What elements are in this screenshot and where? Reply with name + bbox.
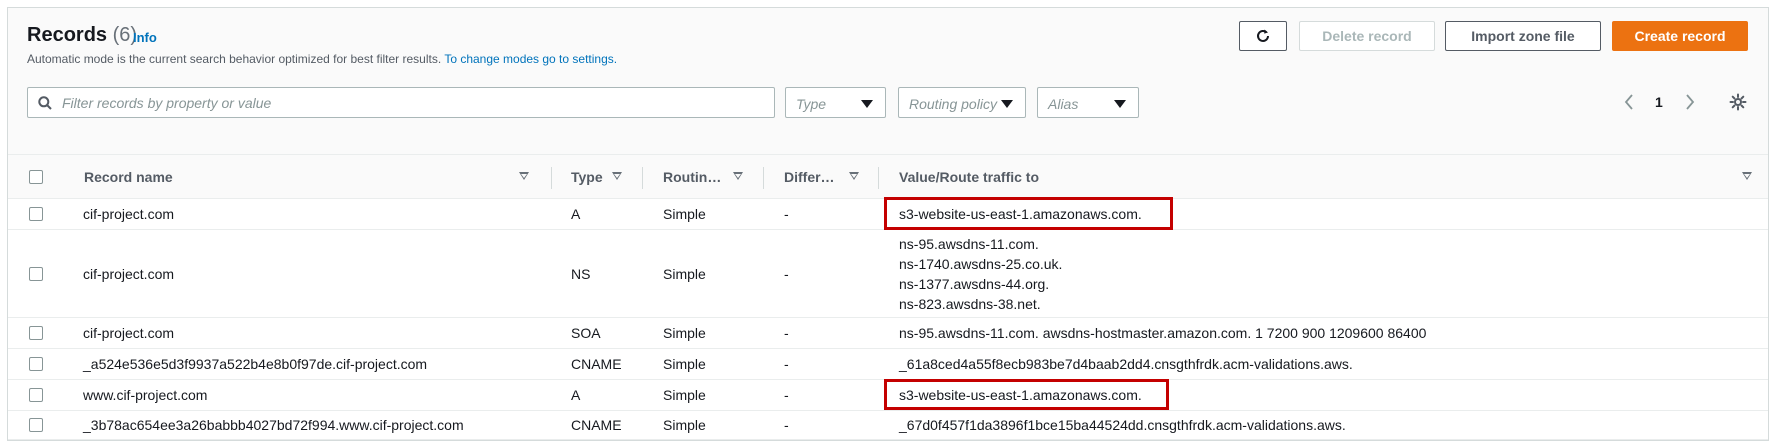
search-mode-description: Automatic mode is the current search beh… [27,52,618,66]
gear-icon[interactable] [1729,93,1747,111]
import-zone-file-button[interactable]: Import zone file [1445,21,1601,51]
select-all-checkbox[interactable] [29,170,43,184]
row-checkbox[interactable] [29,357,43,371]
highlight-box [884,197,1173,230]
differentiator: - [784,417,789,433]
row-checkbox[interactable] [29,267,43,281]
record-value: ns-95.awsdns-11.com. ns-1740.awsdns-25.c… [899,236,1063,312]
table-header: Record name Type Routin… Differ… Value/R… [8,154,1768,199]
routing-policy: Simple [663,356,706,372]
search-box [27,87,775,118]
column-header-value[interactable]: Value/Route traffic to [899,169,1039,185]
sort-icon[interactable] [849,172,859,180]
record-name: _3b78ac654ee3a26babbb4027bd72f994.www.ci… [83,417,464,433]
table-row[interactable]: cif-project.com NS Simple - ns-95.awsdns… [8,230,1768,318]
settings-link[interactable]: To change modes go to settings. [444,52,617,66]
highlight-box [884,379,1169,410]
record-name: _a524e536e5d3f9937a522b4e8b0f97de.cif-pr… [83,356,428,372]
column-header-differentiator[interactable]: Differ… [784,169,835,185]
sort-icon[interactable] [612,172,622,180]
caret-down-icon [1001,100,1013,108]
routing-policy: Simple [663,325,706,341]
page-title: Records (6) [27,24,138,46]
table-row[interactable]: cif-project.com SOA Simple - ns-95.awsdn… [8,318,1768,349]
refresh-icon [1257,29,1269,42]
row-checkbox[interactable] [29,388,43,402]
differentiator: - [784,325,789,341]
record-name: www.cif-project.com [83,387,208,403]
row-checkbox[interactable] [29,326,43,340]
sort-icon[interactable] [1742,172,1752,180]
sort-icon[interactable] [733,172,743,180]
type-select[interactable]: Type [785,87,886,118]
caret-down-icon [1114,100,1126,108]
create-record-button[interactable]: Create record [1612,21,1748,51]
record-type: CNAME [571,417,622,433]
record-value: _67d0f457f1da3896f1bce15ba44524dd.cnsgth… [899,417,1346,433]
search-input[interactable] [62,92,762,114]
routing-policy: Simple [663,417,706,433]
record-name: cif-project.com [83,325,175,341]
record-value: _61a8ced4a55f8ecb983be7d4baab2dd4.cnsgth… [899,356,1353,372]
delete-record-button[interactable]: Delete record [1299,21,1435,51]
alias-select[interactable]: Alias [1037,87,1139,118]
table-row[interactable]: _3b78ac654ee3a26babbb4027bd72f994.www.ci… [8,411,1768,440]
routing-policy: Simple [663,266,706,282]
record-type: A [571,206,581,222]
routing-policy: Simple [663,206,706,222]
record-type: SOA [571,325,601,341]
differentiator: - [784,356,789,372]
current-page-number[interactable]: 1 [1655,94,1663,110]
routing-policy: Simple [663,387,706,403]
column-header-type[interactable]: Type [571,169,603,185]
refresh-button[interactable] [1239,21,1287,51]
search-icon [38,96,52,110]
differentiator: - [784,387,789,403]
record-name: cif-project.com [83,206,175,222]
routing-policy-select[interactable]: Routing policy [898,87,1026,118]
differentiator: - [784,206,789,222]
row-checkbox[interactable] [29,207,43,221]
table-row[interactable]: _a524e536e5d3f9937a522b4e8b0f97de.cif-pr… [8,349,1768,380]
caret-down-icon [861,100,873,108]
record-name: cif-project.com [83,266,175,282]
row-checkbox[interactable] [29,418,43,432]
column-header-record-name[interactable]: Record name [84,169,173,185]
next-page-icon[interactable] [1685,93,1695,111]
column-header-routing-policy[interactable]: Routin… [663,169,721,185]
record-type: A [571,387,581,403]
sort-icon[interactable] [519,172,529,180]
info-link[interactable]: Info [133,30,157,45]
record-value: ns-95.awsdns-11.com. awsdns-hostmaster.a… [899,325,1427,341]
record-type: CNAME [571,356,622,372]
differentiator: - [784,266,789,282]
previous-page-icon[interactable] [1624,93,1634,111]
record-type: NS [571,266,591,282]
